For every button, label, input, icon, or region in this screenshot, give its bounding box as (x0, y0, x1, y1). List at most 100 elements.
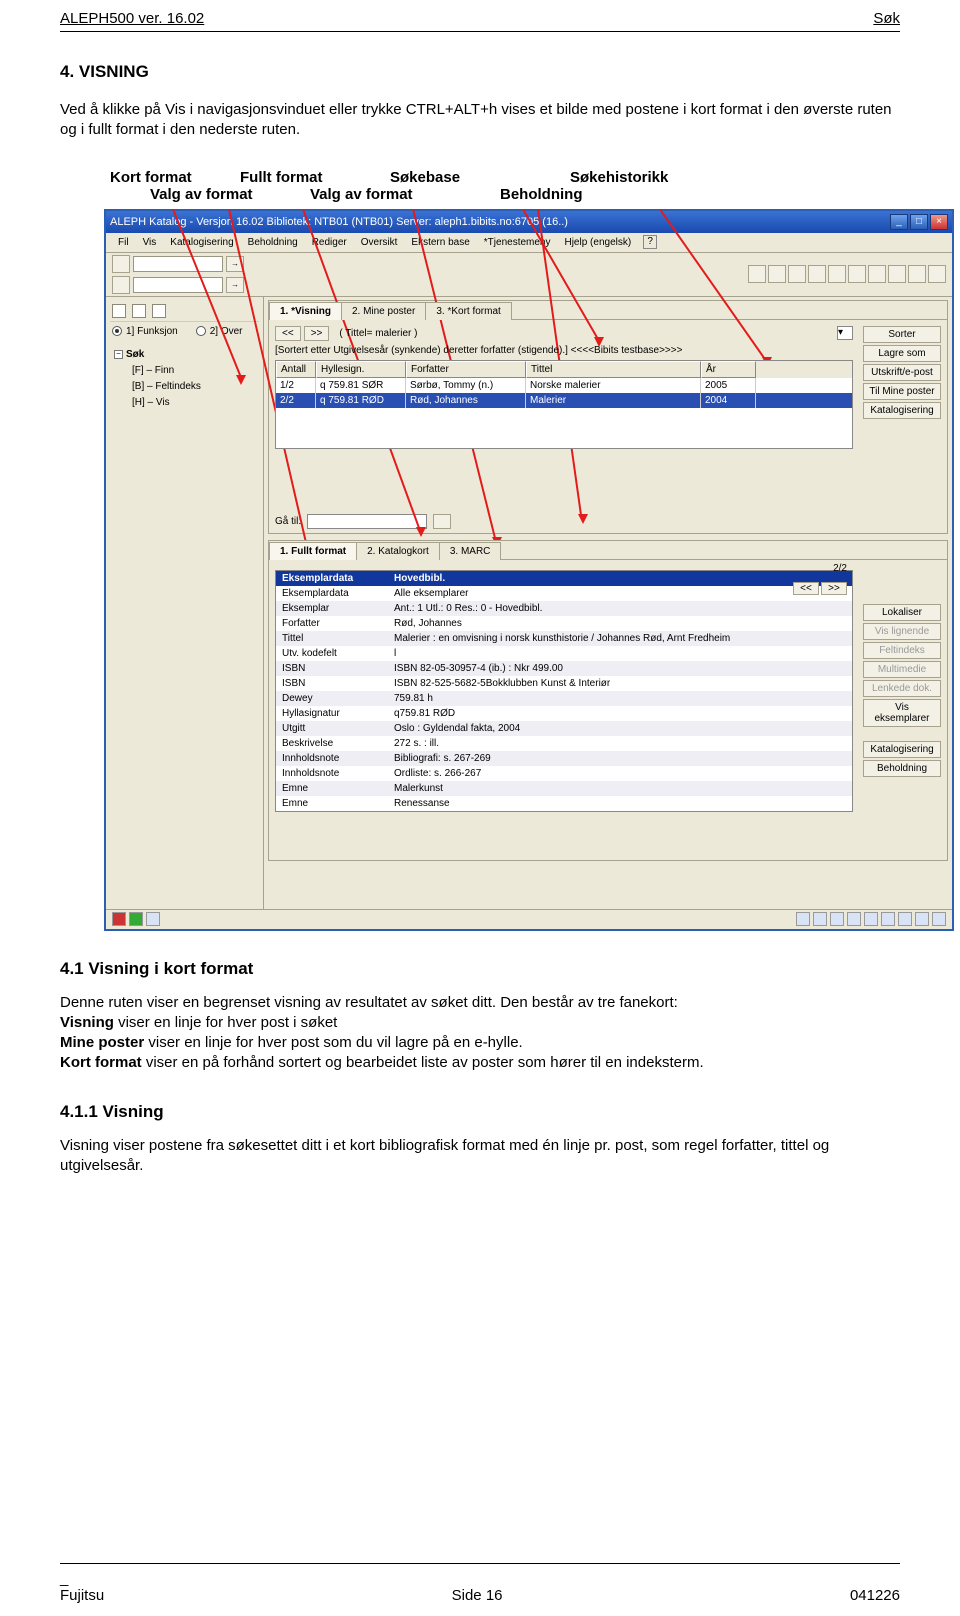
status-tool-icon[interactable] (813, 912, 827, 926)
toolbar-go-2[interactable]: → (226, 277, 244, 293)
tree-item-vis[interactable]: [H] – Vis (132, 395, 259, 411)
detail-row[interactable]: UtgittOslo : Gyldendal fakta, 2004 (276, 721, 852, 736)
toolbar-tool-icon[interactable] (888, 265, 906, 283)
radio-over[interactable] (196, 326, 206, 336)
detail-row[interactable]: InnholdsnoteOrdliste: s. 266-267 (276, 766, 852, 781)
help-icon[interactable]: ? (643, 235, 657, 249)
menu-oversikt[interactable]: Oversikt (355, 235, 404, 250)
goto-button[interactable] (433, 514, 451, 529)
radio-funksjon[interactable] (112, 326, 122, 336)
table-row[interactable]: 1/2 q 759.81 SØR Sørbø, Tommy (n.) Norsk… (276, 378, 852, 393)
detail-row[interactable]: TittelMalerier : en omvisning i norsk ku… (276, 631, 852, 646)
menu-fil[interactable]: Fil (112, 235, 135, 250)
subsection-4-1-title: 4.1 Visning i kort format (60, 959, 900, 979)
status-tool-icon[interactable] (847, 912, 861, 926)
col-antall[interactable]: Antall (276, 361, 316, 378)
detail-row[interactable]: InnholdsnoteBibliografi: s. 267-269 (276, 751, 852, 766)
btn-utskrift[interactable]: Utskrift/e-post (863, 364, 941, 381)
tab-mine-poster[interactable]: 2. Mine poster (341, 302, 426, 320)
toolbar-input-2[interactable] (133, 277, 223, 293)
col-ar[interactable]: År (701, 361, 756, 378)
close-button[interactable]: × (930, 214, 948, 230)
btn-katalogisering-2[interactable]: Katalogisering (863, 741, 941, 758)
dropdown-icon[interactable]: ▾ (837, 326, 853, 340)
toolbar-tool-icon[interactable] (748, 265, 766, 283)
toolbar-tool-icon[interactable] (928, 265, 946, 283)
doc-header-right: Søk (873, 10, 900, 27)
detail-row[interactable]: EmneMalerkunst (276, 781, 852, 796)
menu-hjelp[interactable]: Hjelp (engelsk) (558, 235, 637, 250)
btn-lenkede-dok[interactable]: Lenkede dok. (863, 680, 941, 697)
status-tool-icon[interactable] (898, 912, 912, 926)
goto-label: Gå til: (275, 516, 301, 527)
toolbar-icon-2[interactable] (112, 276, 130, 294)
btn-sorter[interactable]: Sorter (863, 326, 941, 343)
detail-row[interactable]: Hyllasignaturq759.81 RØD (276, 706, 852, 721)
detail-row[interactable]: EmneRenessanse (276, 796, 852, 811)
table-row[interactable]: 2/2 q 759.81 RØD Rød, Johannes Malerier … (276, 393, 852, 408)
status-tool-icon[interactable] (830, 912, 844, 926)
btn-beholdning[interactable]: Beholdning (863, 760, 941, 777)
detail-row[interactable]: Beskrivelse272 s. : ill. (276, 736, 852, 751)
menu-ekstern-base[interactable]: Ekstern base (405, 235, 475, 250)
status-icon[interactable] (129, 912, 143, 926)
nav-tab-icon[interactable] (112, 304, 126, 318)
detail-row[interactable]: Dewey759.81 h (276, 691, 852, 706)
btn-feltindeks[interactable]: Feltindeks (863, 642, 941, 659)
nav-tab-icon[interactable] (132, 304, 146, 318)
tab-marc[interactable]: 3. MARC (439, 542, 502, 560)
toolbar-icon[interactable] (112, 255, 130, 273)
minimize-button[interactable]: _ (890, 214, 908, 230)
btn-mine-poster[interactable]: Til Mine poster (863, 383, 941, 400)
tree-collapse-icon[interactable]: − (114, 350, 123, 359)
detail-row[interactable]: ForfatterRød, Johannes (276, 616, 852, 631)
tab-kort-format[interactable]: 3. *Kort format (425, 302, 511, 320)
status-icon[interactable] (146, 912, 160, 926)
status-tool-icon[interactable] (796, 912, 810, 926)
toolbar-tool-icon[interactable] (868, 265, 886, 283)
btn-vis-eksemplarer[interactable]: Vis eksemplarer (863, 699, 941, 727)
detail-prev[interactable]: << (793, 582, 819, 595)
status-tool-icon[interactable] (864, 912, 878, 926)
status-tool-icon[interactable] (932, 912, 946, 926)
toolbar-tool-icon[interactable] (828, 265, 846, 283)
toolbar-tool-icon[interactable] (788, 265, 806, 283)
menu-katalogisering[interactable]: Katalogisering (164, 235, 239, 250)
toolbar-tool-icon[interactable] (808, 265, 826, 283)
nav-tab-icon[interactable] (152, 304, 166, 318)
col-tittel[interactable]: Tittel (526, 361, 701, 378)
menu-vis[interactable]: Vis (137, 235, 163, 250)
maximize-button[interactable]: □ (910, 214, 928, 230)
goto-input[interactable] (307, 514, 427, 529)
col-hyllesign[interactable]: Hyllesign. (316, 361, 406, 378)
detail-next[interactable]: >> (821, 582, 847, 595)
detail-row[interactable]: ISBNISBN 82-525-5682-5Bokklubben Kunst &… (276, 676, 852, 691)
prev-page-button[interactable]: << (275, 326, 301, 341)
kort-format-label: Kort format (60, 1054, 142, 1071)
tab-katalogkort[interactable]: 2. Katalogkort (356, 542, 440, 560)
col-forfatter[interactable]: Forfatter (406, 361, 526, 378)
status-tool-icon[interactable] (881, 912, 895, 926)
toolbar-tool-icon[interactable] (768, 265, 786, 283)
btn-multimedie[interactable]: Multimedie (863, 661, 941, 678)
toolbar-tool-icon[interactable] (908, 265, 926, 283)
detail-row[interactable]: EksemplarAnt.: 1 Utl.: 0 Res.: 0 - Hoved… (276, 601, 852, 616)
menu-beholdning[interactable]: Beholdning (242, 235, 304, 250)
radio-funksjon-label: 1] Funksjon (126, 326, 178, 337)
detail-row[interactable]: ISBNISBN 82-05-30957-4 (ib.) : Nkr 499.0… (276, 661, 852, 676)
menubar[interactable]: Fil Vis Katalogisering Beholdning Redige… (106, 233, 952, 253)
status-tool-icon[interactable] (915, 912, 929, 926)
status-icon[interactable] (112, 912, 126, 926)
btn-lokaliser[interactable]: Lokaliser (863, 604, 941, 621)
tab-fullt-format[interactable]: 1. Fullt format (269, 542, 357, 560)
btn-lagre-som[interactable]: Lagre som (863, 345, 941, 362)
toolbar-tool-icon[interactable] (848, 265, 866, 283)
detail-row[interactable]: Utv. kodefeltl (276, 646, 852, 661)
btn-vis-lignende[interactable]: Vis lignende (863, 623, 941, 640)
next-page-button[interactable]: >> (304, 326, 330, 341)
btn-katalogisering[interactable]: Katalogisering (863, 402, 941, 419)
tree-root[interactable]: Søk (126, 347, 144, 363)
tab-visning[interactable]: 1. *Visning (269, 302, 342, 320)
toolbar-input-1[interactable] (133, 256, 223, 272)
detail-row[interactable]: EksemplardataAlle eksemplarer (276, 586, 852, 601)
